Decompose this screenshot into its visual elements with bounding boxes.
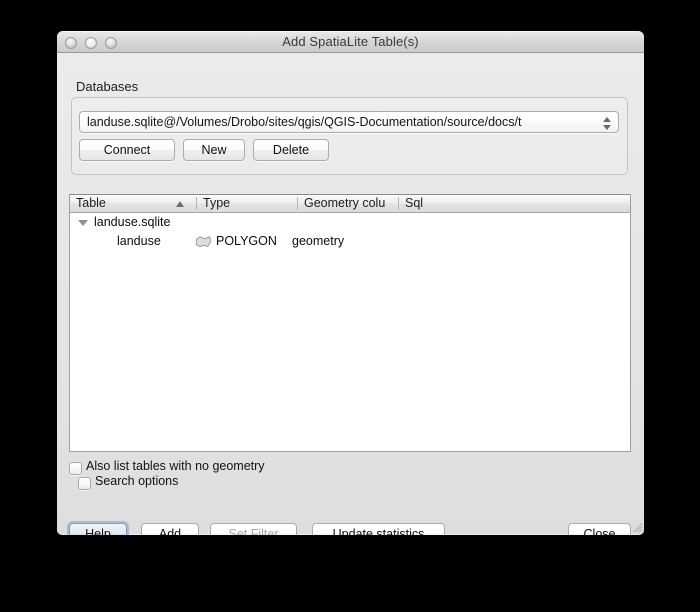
table-row[interactable]: landuse.sqlite (70, 213, 630, 232)
add-button[interactable]: Add (141, 523, 199, 535)
database-combobox-value: landuse.sqlite@/Volumes/Drobo/sites/qgis… (87, 115, 522, 129)
set-filter-button[interactable]: Set Filter (210, 523, 297, 535)
column-header-geometry[interactable]: Geometry colu (298, 195, 398, 212)
dialog-window: Add SpatiaLite Table(s) Databases landus… (57, 31, 644, 535)
close-button[interactable]: Close (568, 523, 631, 535)
also-list-tables-label[interactable]: Also list tables with no geometry (86, 459, 265, 473)
geometry-column: geometry (292, 234, 345, 248)
database-group-name: landuse.sqlite (94, 215, 171, 229)
delete-button[interactable]: Delete (253, 139, 329, 161)
polygon-icon (195, 236, 212, 248)
geometry-type: POLYGON (216, 234, 277, 248)
tables-tree-view[interactable]: Table Type Geometry colu Sql landuse.sql… (69, 194, 631, 452)
column-header-type[interactable]: Type (197, 195, 297, 212)
expand-triangle-icon[interactable] (78, 220, 88, 226)
resize-grip[interactable] (628, 518, 643, 533)
title-bar[interactable]: Add SpatiaLite Table(s) (57, 31, 644, 53)
help-button[interactable]: Help (69, 523, 127, 535)
column-header-sql[interactable]: Sql (399, 195, 489, 212)
window-title: Add SpatiaLite Table(s) (282, 34, 419, 49)
also-list-tables-checkbox[interactable] (69, 462, 82, 475)
chevron-updown-icon[interactable] (601, 114, 614, 132)
search-options-checkbox[interactable] (78, 477, 91, 490)
search-options-label[interactable]: Search options (95, 474, 178, 488)
database-combobox[interactable]: landuse.sqlite@/Volumes/Drobo/sites/qgis… (79, 111, 619, 133)
tables-header-row: Table Type Geometry colu Sql (70, 195, 630, 213)
new-button[interactable]: New (183, 139, 245, 161)
table-row[interactable]: landuse POLYGON geometry (70, 232, 630, 251)
update-statistics-button[interactable]: Update statistics (312, 523, 445, 535)
sort-ascending-icon (176, 201, 184, 207)
table-name: landuse (117, 234, 161, 248)
connect-button[interactable]: Connect (79, 139, 175, 161)
databases-group-label: Databases (76, 79, 139, 94)
dialog-body: Databases landuse.sqlite@/Volumes/Drobo/… (57, 53, 644, 535)
databases-group-frame (71, 97, 628, 175)
